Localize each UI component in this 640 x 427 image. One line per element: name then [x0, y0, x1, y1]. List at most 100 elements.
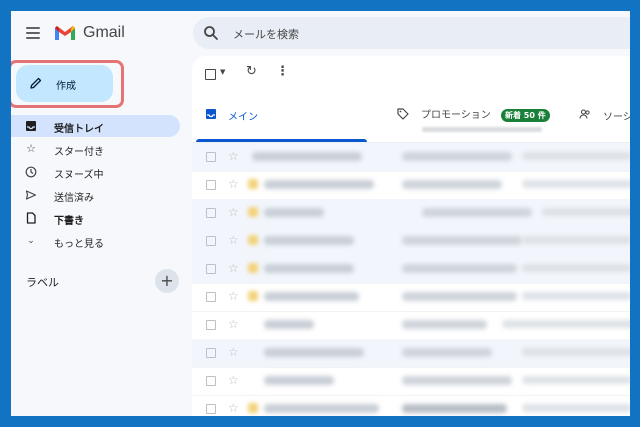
email-snippet-blurred	[522, 180, 630, 188]
star-icon[interactable]: ☆	[228, 401, 239, 415]
email-sender-blurred	[264, 180, 374, 189]
star-icon[interactable]: ☆	[228, 205, 239, 219]
email-snippet-blurred	[502, 320, 630, 328]
email-sender-blurred	[264, 264, 354, 273]
sender-avatar-blurred	[248, 263, 258, 273]
email-snippet-blurred	[522, 376, 630, 384]
sidebar-item-more[interactable]: ⌄ もっと見る	[11, 230, 180, 252]
inbox-icon	[206, 109, 216, 119]
row-checkbox[interactable]	[206, 404, 216, 414]
email-row[interactable]: ☆	[192, 227, 630, 256]
email-snippet-blurred	[522, 404, 630, 412]
star-icon[interactable]: ☆	[228, 345, 239, 359]
sidebar-item-label: スター付き	[54, 147, 104, 158]
email-subject-blurred	[402, 292, 517, 301]
star-icon[interactable]: ☆	[228, 373, 239, 387]
email-row[interactable]: ☆	[192, 395, 630, 416]
sidebar-item-label: 送信済み	[54, 193, 94, 204]
tab-primary-label: メイン	[228, 112, 258, 123]
sender-avatar-blurred	[248, 179, 258, 189]
email-subject-blurred	[402, 180, 502, 189]
email-sender-blurred	[264, 348, 364, 357]
email-row[interactable]: ☆	[192, 199, 630, 228]
promotions-new-badge: 新着 50 件	[501, 109, 550, 122]
star-icon[interactable]: ☆	[228, 177, 239, 191]
sidebar-item-label: スヌーズ中	[54, 170, 104, 181]
refresh-icon[interactable]: ↻	[246, 64, 257, 79]
inbox-icon	[26, 121, 36, 131]
sender-avatar-blurred	[248, 291, 258, 301]
star-icon[interactable]: ☆	[228, 149, 239, 163]
tag-icon	[397, 108, 409, 120]
sidebar-item-inbox[interactable]: 受信トレイ	[11, 115, 180, 137]
plus-icon: +	[160, 271, 174, 290]
tab-promotions-label: プロモーション	[421, 110, 491, 121]
email-row[interactable]: ☆	[192, 171, 630, 200]
email-row[interactable]: ☆	[192, 255, 630, 284]
star-icon[interactable]: ☆	[228, 261, 239, 275]
search-icon[interactable]	[203, 25, 219, 41]
email-row[interactable]: ☆	[192, 367, 630, 396]
email-snippet-blurred	[522, 152, 630, 160]
star-icon[interactable]: ☆	[228, 289, 239, 303]
select-dropdown-icon[interactable]: ▼	[220, 68, 225, 76]
tab-social[interactable]: ソーシャ	[570, 94, 630, 142]
main-menu-icon[interactable]	[26, 27, 40, 39]
more-options-icon[interactable]: ⋮	[276, 64, 289, 79]
labels-heading: ラベル	[26, 276, 59, 289]
sidebar-item-sent[interactable]: 送信済み	[11, 184, 180, 206]
tab-social-label: ソーシャ	[603, 112, 630, 123]
row-checkbox[interactable]	[206, 376, 216, 386]
select-all-checkbox[interactable]	[205, 69, 216, 80]
tab-primary[interactable]: メイン	[192, 94, 367, 142]
row-checkbox[interactable]	[206, 208, 216, 218]
search-bar[interactable]: メールを検索	[193, 17, 630, 49]
promotions-preview-text	[422, 127, 542, 132]
email-subject-blurred	[402, 320, 487, 329]
email-sender-blurred	[264, 320, 314, 329]
row-checkbox[interactable]	[206, 264, 216, 274]
star-icon: ☆	[26, 142, 36, 155]
sidebar-item-label: 受信トレイ	[54, 124, 104, 135]
email-subject-blurred	[402, 404, 507, 413]
email-subject-blurred	[422, 208, 532, 217]
row-checkbox[interactable]	[206, 236, 216, 246]
row-checkbox[interactable]	[206, 180, 216, 190]
email-subject-blurred	[402, 152, 512, 161]
email-sender-blurred	[264, 404, 379, 413]
email-subject-blurred	[402, 376, 512, 385]
gmail-window: Gmail メールを検索 作成 受信トレイ ☆ スター付き スヌーズ中 送信済み…	[11, 11, 630, 416]
email-snippet-blurred	[522, 264, 630, 272]
email-subject-blurred	[402, 264, 517, 273]
sender-avatar-blurred	[248, 207, 258, 217]
sidebar-item-starred[interactable]: ☆ スター付き	[11, 138, 180, 160]
email-snippet-blurred	[522, 348, 630, 356]
row-checkbox[interactable]	[206, 320, 216, 330]
chevron-down-icon: ⌄	[27, 236, 35, 246]
email-row[interactable]: ☆	[192, 311, 630, 340]
add-label-button[interactable]: +	[155, 269, 179, 293]
sender-avatar-blurred	[248, 235, 258, 245]
email-row[interactable]: ☆	[192, 283, 630, 312]
draft-icon	[26, 212, 36, 224]
star-icon[interactable]: ☆	[228, 317, 239, 331]
email-row[interactable]: ☆	[192, 143, 630, 172]
email-sender-blurred	[264, 208, 324, 217]
compose-highlight-box	[11, 60, 124, 108]
send-icon	[25, 190, 37, 200]
row-checkbox[interactable]	[206, 152, 216, 162]
sidebar-item-drafts[interactable]: 下書き	[11, 207, 180, 229]
email-snippet-blurred	[522, 236, 630, 244]
sidebar-item-snoozed[interactable]: スヌーズ中	[11, 161, 180, 183]
email-row[interactable]: ☆	[192, 339, 630, 368]
email-sender-blurred	[264, 292, 359, 301]
row-checkbox[interactable]	[206, 292, 216, 302]
email-sender-blurred	[252, 152, 362, 161]
email-snippet-blurred	[522, 292, 630, 300]
star-icon[interactable]: ☆	[228, 233, 239, 247]
email-subject-blurred	[402, 348, 492, 357]
gmail-logo-icon[interactable]	[54, 25, 76, 41]
search-input[interactable]: メールを検索	[233, 26, 299, 42]
row-checkbox[interactable]	[206, 348, 216, 358]
sender-avatar-blurred	[248, 403, 258, 413]
